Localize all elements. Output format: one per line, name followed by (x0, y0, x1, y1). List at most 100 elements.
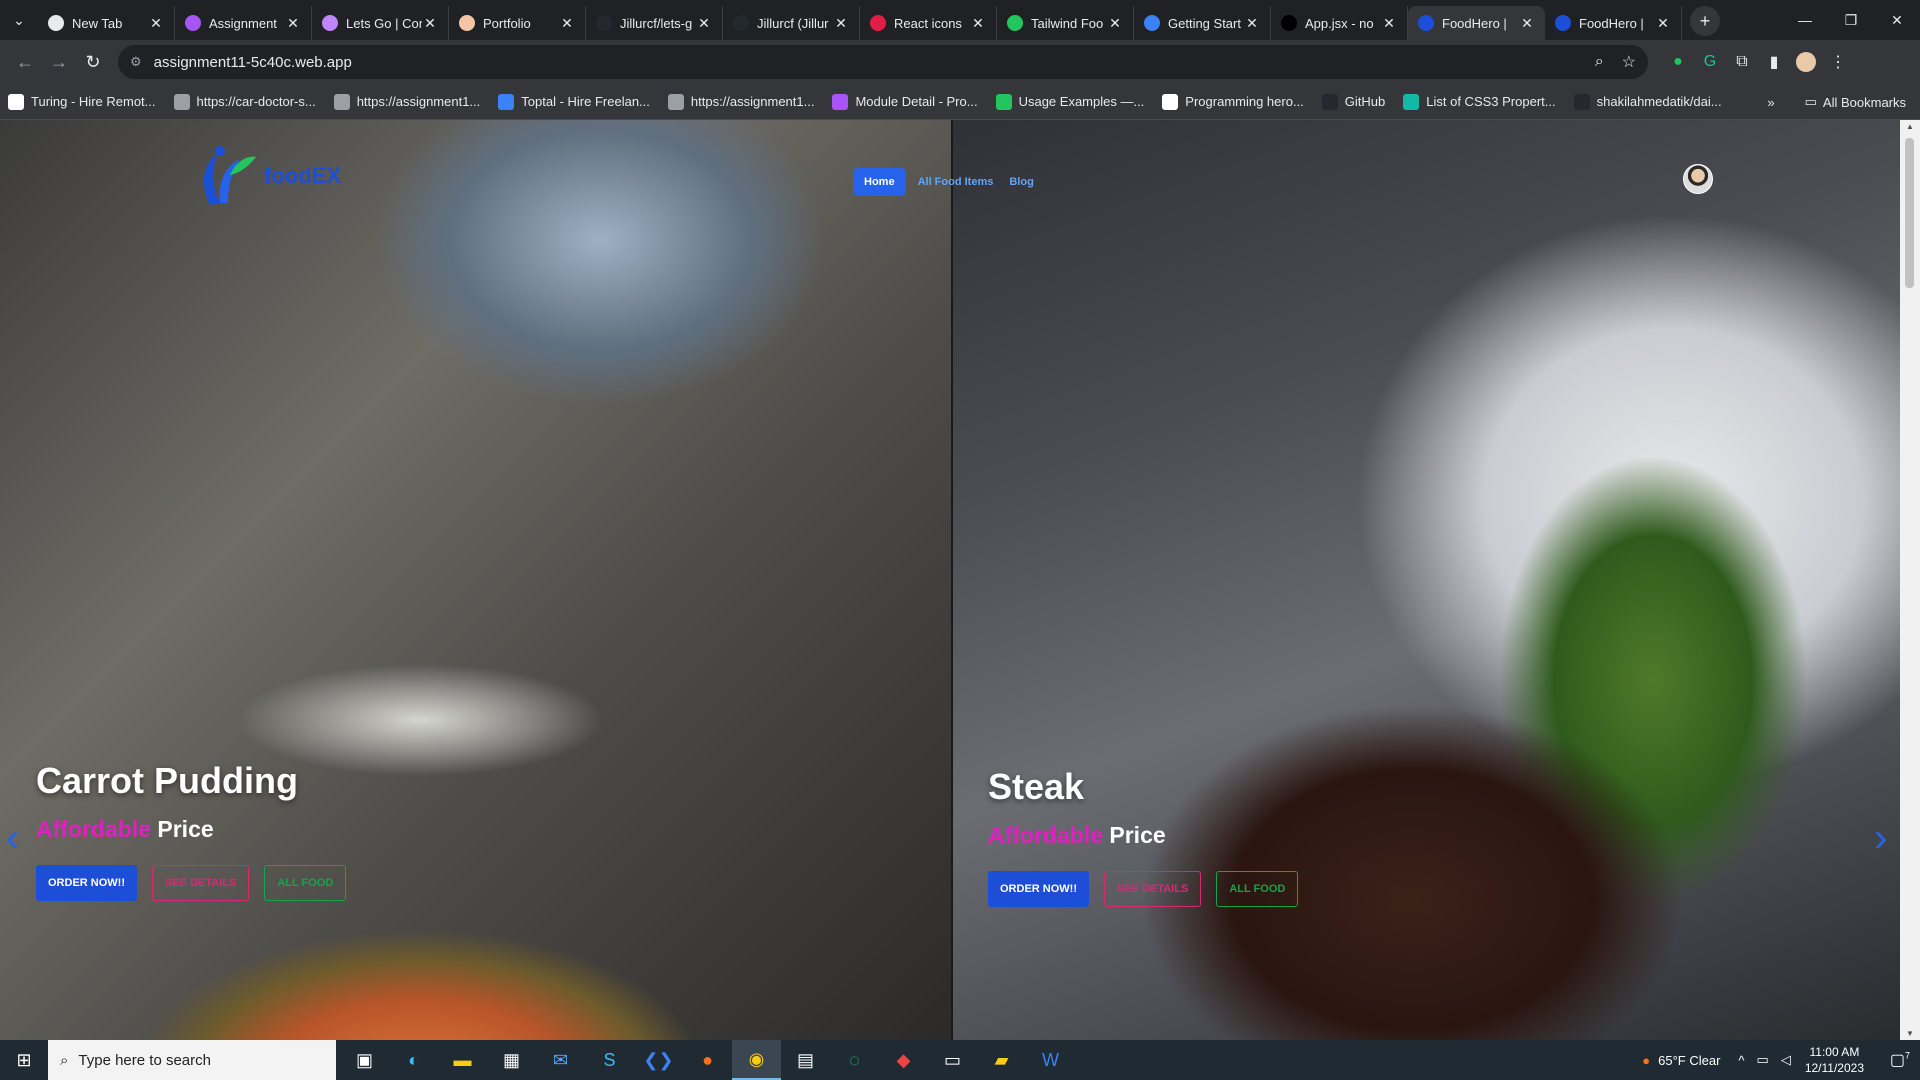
vscode-icon[interactable]: ❮❯ (634, 1040, 683, 1080)
edge-icon[interactable]: ◐ (389, 1040, 438, 1080)
browser-tab[interactable]: Jillurcf/lets-g ✕ (586, 6, 723, 40)
back-icon[interactable]: ← (8, 45, 42, 79)
close-tab-icon[interactable]: ✕ (422, 15, 438, 32)
tray-chevron-icon[interactable]: ^ (1738, 1053, 1744, 1068)
anydesk-icon[interactable]: ◆ (879, 1040, 928, 1080)
skype-icon[interactable]: S (585, 1040, 634, 1080)
bookmark-item[interactable]: GitHub (1321, 93, 1386, 110)
more-bookmarks-icon[interactable]: » (1767, 95, 1774, 110)
firefox-icon[interactable]: ● (683, 1040, 732, 1080)
close-tab-icon[interactable]: ✕ (559, 15, 575, 32)
bookmark-item[interactable]: Toptal - Hire Freelan... (498, 93, 650, 110)
notification-center-icon[interactable]: ▢7 (1880, 1050, 1920, 1070)
close-tab-icon[interactable]: ✕ (148, 15, 164, 32)
bookmark-item[interactable]: https://assignment1... (333, 93, 480, 110)
bookmark-item[interactable]: Usage Examples —... (995, 93, 1144, 110)
extensions-puzzle-icon[interactable]: ⧉ (1726, 46, 1758, 78)
network-icon[interactable]: ▭ (1757, 1052, 1769, 1068)
bookmark-label: GitHub (1344, 94, 1386, 109)
volume-icon[interactable]: ◁ (1781, 1052, 1791, 1068)
browser-tab[interactable]: Jillurcf (Jillur ✕ (723, 6, 860, 40)
chrome-icon[interactable]: ◉ (732, 1040, 781, 1080)
browser-menu-icon[interactable]: ⋮ (1822, 46, 1854, 78)
clock[interactable]: 11:00 AM 12/11/2023 (1805, 1044, 1864, 1076)
all-bookmarks-link[interactable]: All Bookmarks (1823, 95, 1906, 110)
whatsapp-icon[interactable]: ◌ (830, 1040, 879, 1080)
close-tab-icon[interactable]: ✕ (1107, 15, 1123, 32)
weather-icon[interactable]: ● (1642, 1053, 1650, 1068)
page-scrollbar[interactable]: ▲ ▼ (1900, 120, 1920, 1040)
store-icon[interactable]: ▦ (487, 1040, 536, 1080)
forward-icon[interactable]: → (42, 45, 76, 79)
printer-icon[interactable]: ▤ (781, 1040, 830, 1080)
task-view-icon[interactable]: ▣ (340, 1040, 389, 1080)
browser-tab[interactable]: Assignment ✕ (175, 6, 312, 40)
order-now-button[interactable]: ORDER NOW!! (36, 865, 137, 901)
all-food-button[interactable]: ALL FOOD (264, 865, 347, 901)
browser-tab[interactable]: FoodHero | ✕ (1408, 6, 1545, 40)
close-tab-icon[interactable]: ✕ (1519, 15, 1535, 32)
browser-tab[interactable]: New Tab ✕ (38, 6, 175, 40)
all-food-button[interactable]: ALL FOOD (1216, 871, 1299, 907)
bookmark-star-icon[interactable]: ☆ (1622, 52, 1636, 72)
word-icon[interactable]: W (1026, 1040, 1075, 1080)
close-tab-icon[interactable]: ✕ (285, 15, 301, 32)
order-now-button[interactable]: ORDER NOW!! (988, 871, 1089, 907)
reload-icon[interactable]: ↻ (76, 45, 110, 79)
mail-icon[interactable]: ✉ (536, 1040, 585, 1080)
browser-tab[interactable]: Getting Start ✕ (1134, 6, 1271, 40)
user-avatar[interactable] (1683, 164, 1713, 194)
taskbar-search[interactable]: ⌕ Type here to search (48, 1040, 336, 1080)
close-tab-icon[interactable]: ✕ (696, 15, 712, 32)
site-info-icon[interactable]: ⚙ (130, 54, 142, 70)
terminal-icon[interactable]: ▭ (928, 1040, 977, 1080)
windows-start-icon[interactable]: ⊞ (0, 1040, 48, 1080)
bookmark-item[interactable]: Turing - Hire Remot... (8, 93, 156, 110)
see-details-button[interactable]: SEE DETAILS (152, 865, 250, 901)
close-tab-icon[interactable]: ✕ (1655, 15, 1671, 32)
side-panel-icon[interactable]: ▮ (1758, 46, 1790, 78)
zoom-icon[interactable]: ⌕ (1595, 53, 1604, 71)
browser-tab[interactable]: React icons ✕ (860, 6, 997, 40)
browser-tab[interactable]: Portfolio ✕ (449, 6, 586, 40)
bookmark-item[interactable]: Module Detail - Pro... (832, 93, 978, 110)
scroll-down-icon[interactable]: ▼ (1900, 1029, 1920, 1038)
profile-avatar[interactable] (1790, 46, 1822, 78)
url-text[interactable]: assignment11-5c40c.web.app (154, 54, 1577, 71)
see-details-button[interactable]: SEE DETAILS (1104, 871, 1202, 907)
bookmark-item[interactable]: https://assignment1... (667, 93, 814, 110)
carousel-prev-icon[interactable]: ‹ (6, 816, 19, 861)
minimize-icon[interactable]: — (1782, 0, 1828, 40)
close-tab-icon[interactable]: ✕ (1244, 15, 1260, 32)
browser-tab[interactable]: Lets Go | Cor ✕ (312, 6, 449, 40)
bookmark-item[interactable]: shakilahmedatik/dai... (1573, 93, 1722, 110)
extension-icon[interactable]: ● (1662, 46, 1694, 78)
nav-home[interactable]: Home (853, 168, 906, 196)
close-tab-icon[interactable]: ✕ (970, 15, 986, 32)
browser-tab[interactable]: App.jsx - no ✕ (1271, 6, 1408, 40)
new-tab-button[interactable]: + (1690, 6, 1720, 36)
file-explorer-icon[interactable]: ▬ (438, 1040, 487, 1080)
bookmark-item[interactable]: List of CSS3 Propert... (1403, 93, 1556, 110)
notification-count: 7 (1905, 1050, 1911, 1061)
grammarly-icon[interactable]: G (1694, 46, 1726, 78)
nav-all-food-items[interactable]: All Food Items (918, 176, 994, 188)
site-logo[interactable]: foodEX (190, 145, 341, 207)
close-tab-icon[interactable]: ✕ (833, 15, 849, 32)
browser-tab[interactable]: FoodHero | ✕ (1545, 6, 1682, 40)
carousel-next-icon[interactable]: › (1874, 816, 1887, 861)
weather-text[interactable]: 65°F Clear (1658, 1053, 1720, 1068)
tab-search-icon[interactable]: ⌄ (0, 0, 38, 40)
address-bar[interactable]: ⚙ assignment11-5c40c.web.app ⌕ ☆ (118, 45, 1648, 79)
notes-icon[interactable]: ▰ (977, 1040, 1026, 1080)
scrollbar-thumb[interactable] (1905, 138, 1914, 288)
close-tab-icon[interactable]: ✕ (1381, 15, 1397, 32)
close-window-icon[interactable]: ✕ (1874, 0, 1920, 40)
browser-tab[interactable]: Tailwind Foo ✕ (997, 6, 1134, 40)
nav-blog[interactable]: Blog (1009, 176, 1033, 188)
scroll-up-icon[interactable]: ▲ (1900, 122, 1920, 131)
bookmark-item[interactable]: https://car-doctor-s... (173, 93, 316, 110)
restore-icon[interactable]: ❐ (1828, 0, 1874, 40)
logo-icon (203, 146, 256, 205)
bookmark-item[interactable]: Programming hero... (1162, 93, 1304, 110)
